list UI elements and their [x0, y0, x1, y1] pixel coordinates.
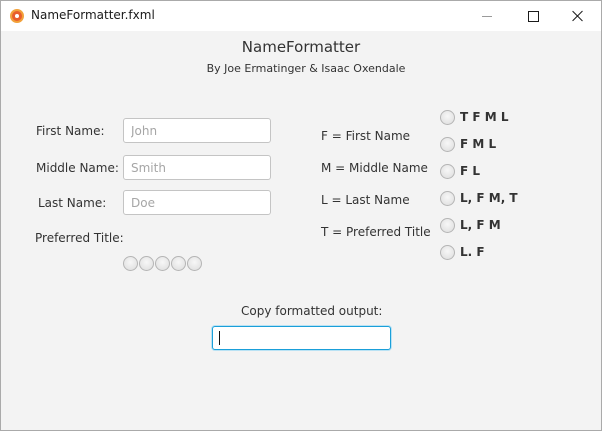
close-button[interactable] — [555, 1, 601, 31]
format-label-lfm[interactable]: L, F M — [460, 218, 501, 232]
last-name-field[interactable] — [123, 190, 271, 215]
app-icon — [10, 9, 24, 23]
title-option-1[interactable] — [123, 256, 138, 271]
legend-last-name: L = Last Name — [321, 193, 410, 207]
output-label: Copy formatted output: — [241, 304, 383, 318]
format-label-fml[interactable]: F M L — [460, 137, 496, 151]
title-option-4[interactable] — [171, 256, 186, 271]
text-caret — [219, 331, 220, 345]
middle-name-field[interactable] — [123, 155, 271, 180]
format-radio-lfm[interactable] — [440, 218, 455, 233]
maximize-button[interactable] — [510, 1, 556, 31]
page-title: NameFormatter — [241, 38, 361, 56]
title-option-5[interactable] — [187, 256, 202, 271]
title-bar[interactable]: NameFormatter.fxml — [1, 1, 601, 31]
app-window: NameFormatter.fxml NameFormatter By Joe … — [0, 0, 602, 431]
title-option-2[interactable] — [139, 256, 154, 271]
first-name-label: First Name: — [36, 124, 105, 138]
last-name-label: Last Name: — [38, 196, 107, 210]
legend-preferred-title: T = Preferred Title — [321, 225, 431, 239]
format-label-fl[interactable]: F L — [460, 164, 480, 178]
minimize-icon — [482, 15, 492, 17]
preferred-title-label: Preferred Title: — [35, 231, 124, 245]
minimize-button[interactable] — [464, 1, 510, 31]
format-radio-fml[interactable] — [440, 137, 455, 152]
format-radio-lf[interactable] — [440, 245, 455, 260]
page-subtitle: By Joe Ermatinger & Isaac Oxendale — [206, 62, 406, 75]
legend-first-name: F = First Name — [321, 129, 411, 143]
first-name-field[interactable] — [123, 118, 271, 143]
middle-name-label: Middle Name: — [36, 161, 119, 175]
format-radio-fl[interactable] — [440, 164, 455, 179]
formatted-output-field[interactable] — [212, 326, 391, 350]
format-label-lf[interactable]: L. F — [460, 245, 485, 259]
format-label-tfml[interactable]: T F M L — [460, 110, 509, 124]
legend-middle-name: M = Middle Name — [321, 161, 428, 175]
format-radio-tfml[interactable] — [440, 110, 455, 125]
close-icon — [572, 10, 584, 22]
window-title: NameFormatter.fxml — [31, 8, 155, 22]
format-radio-lfmt[interactable] — [440, 191, 455, 206]
maximize-icon — [527, 10, 539, 22]
format-label-lfmt[interactable]: L, F M, T — [460, 191, 518, 205]
title-option-3[interactable] — [155, 256, 170, 271]
